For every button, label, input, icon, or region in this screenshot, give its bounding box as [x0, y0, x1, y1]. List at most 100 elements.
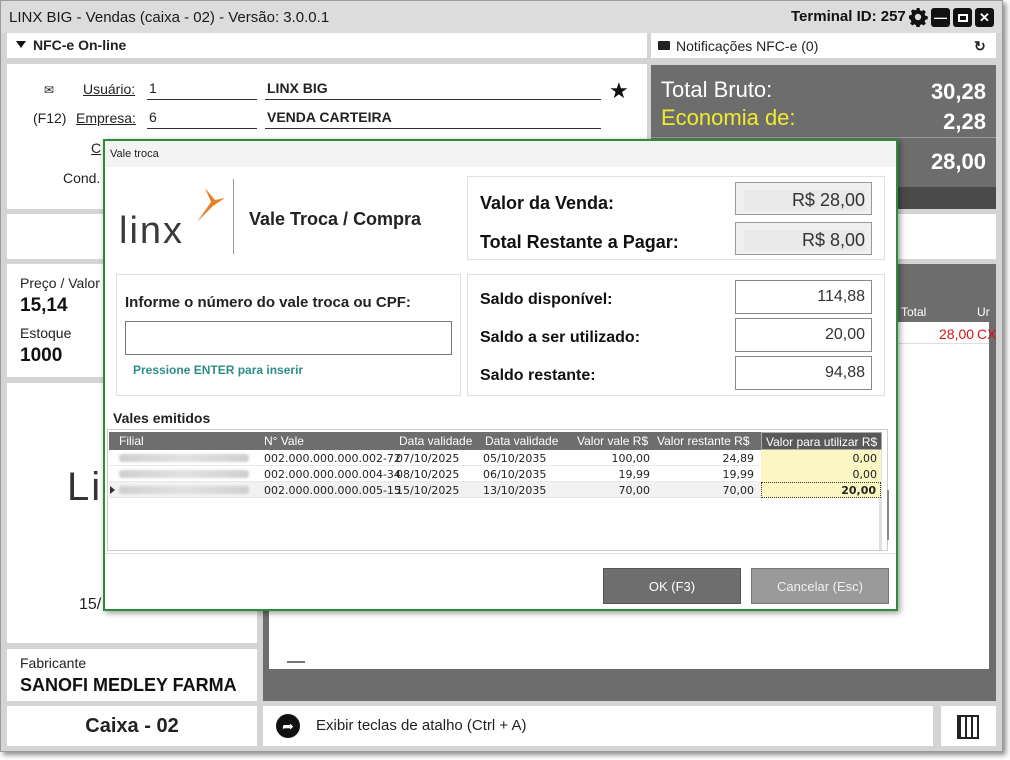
close-button[interactable]: ✕ [975, 8, 994, 27]
saldo-disp-value: 114,88 [735, 280, 872, 314]
usuario-label: Usuário: [83, 81, 136, 97]
fabricante-panel: Fabricante SANOFI MEDLEY FARMA [7, 649, 257, 701]
vale-valor: 19,99 [618, 468, 651, 481]
gh-valor: Valor vale R$ [577, 434, 649, 448]
notifications-label: Notificações NFC-e (0) [676, 38, 819, 54]
empresa-code-field[interactable]: 6 [147, 109, 257, 129]
button-divider [105, 553, 896, 554]
gh-data1: Data validade [399, 434, 473, 448]
vale-restante: 19,99 [722, 468, 755, 481]
vale-date1: 15/10/2025 [396, 484, 460, 497]
estoque-value: 1000 [20, 345, 63, 366]
shortcut-bar[interactable]: ➦ Exibir teclas de atalho (Ctrl + A) [263, 706, 933, 746]
vales-grid-header: Filial N° Vale Data validade Data valida… [109, 432, 883, 450]
col-total-header: Total [901, 305, 927, 319]
gh-restante: Valor restante R$ [657, 434, 750, 448]
calculator-button[interactable] [941, 706, 996, 746]
vale-date1: 07/10/2025 [396, 452, 460, 465]
share-arrow-icon: ➦ [276, 714, 300, 738]
logo-divider [233, 179, 234, 254]
cliente-label: C [91, 140, 102, 156]
vale-date2: 06/10/2035 [483, 468, 547, 481]
linx-logo-text: linx [119, 210, 185, 252]
vale-valor: 100,00 [611, 452, 651, 465]
gear-icon[interactable] [908, 7, 928, 28]
calculator-icon [957, 715, 979, 739]
items-row-un: CX [977, 326, 997, 342]
restante-field: R$ 8,00 [735, 222, 872, 255]
vale-number: 002.000.000.000.005-15 [264, 484, 401, 497]
gh-utilizar: Valor para utilizar R$ [761, 432, 883, 450]
cond-label: Cond. [63, 170, 101, 186]
caixa-label: Caixa - 02 [85, 715, 179, 737]
vale-utilizar[interactable]: 0,00 [761, 450, 881, 466]
dialog-title: Vale troca [105, 141, 896, 167]
saldo-disp-label: Saldo disponível: [480, 291, 613, 308]
economia-value: 2,28 [943, 109, 986, 134]
items-row-total: 28,00 [939, 326, 975, 342]
total-bruto-value: 30,28 [930, 79, 986, 104]
saldo-util-label: Saldo a ser utilizado: [480, 329, 641, 346]
preco-value: 15,14 [20, 295, 68, 316]
gh-data2: Data validade [485, 434, 559, 448]
shortcut-text: Exibir teclas de atalho (Ctrl + A) [316, 717, 527, 734]
vale-row-selected[interactable]: 002.000.000.000.005-15 15/10/2025 13/10/… [109, 482, 881, 498]
vale-utilizar[interactable]: 0,00 [761, 466, 881, 482]
dialog-heading: Vale Troca / Compra [249, 209, 422, 229]
mode-label: NFC-e On-line [33, 37, 127, 53]
filial-redacted [119, 470, 249, 478]
vale-cpf-input[interactable] [125, 321, 452, 355]
usuario-name-field[interactable]: LINX BIG [265, 80, 601, 100]
restante-label: Total Restante a Pagar: [480, 232, 679, 252]
vale-row[interactable]: 002.000.000.000.004-34 08/10/2025 06/10/… [109, 466, 881, 482]
mode-bar[interactable]: NFC-e On-line [7, 33, 647, 58]
estoque-label: Estoque [20, 325, 72, 341]
preco-label: Preço / Valor [20, 275, 100, 291]
filial-redacted [119, 486, 249, 494]
fabricante-value: SANOFI MEDLEY FARMA [20, 675, 237, 695]
saldo-rest-label: Saldo restante: [480, 367, 596, 384]
empresa-name-field[interactable]: VENDA CARTEIRA [265, 109, 601, 129]
minimize-button[interactable]: — [931, 8, 950, 27]
empresa-label: Empresa: [76, 110, 136, 126]
empresa-shortcut: (F12) [33, 110, 67, 126]
notifications-bar[interactable]: Notificações NFC-e (0) ↻ [651, 33, 996, 58]
refresh-icon[interactable]: ↻ [974, 38, 986, 55]
total-bruto-label: Total Bruto: [661, 77, 773, 102]
fabricante-label: Fabricante [20, 655, 87, 671]
caret-down-icon [16, 41, 26, 48]
vales-grid-scroll-thumb[interactable] [887, 490, 889, 540]
mail-icon: ✉ [44, 83, 55, 97]
valor-venda-value: R$ 28,00 [744, 190, 865, 211]
linx-logo: linx [119, 184, 227, 256]
vale-utilizar-active[interactable]: 20,00 [761, 482, 881, 498]
saldo-box: Saldo disponível: 114,88 Saldo a ser uti… [467, 274, 885, 396]
vale-number: 002.000.000.000.002-72 [264, 452, 401, 465]
restante-value: R$ 8,00 [744, 230, 865, 251]
vale-row[interactable]: 002.000.000.000.002-72 07/10/2025 05/10/… [109, 450, 881, 466]
usuario-code-field[interactable]: 1 [147, 80, 257, 100]
caixa-panel: Caixa - 02 [7, 706, 257, 746]
linx-logo-mark [197, 188, 225, 222]
gh-filial: Filial [119, 434, 144, 448]
star-icon[interactable]: ★ [609, 78, 629, 104]
maximize-button[interactable] [953, 8, 972, 27]
informe-label: Informe o número do vale troca ou CPF: [125, 294, 411, 311]
chat-icon [658, 41, 670, 50]
filial-redacted [119, 454, 249, 462]
ok-button[interactable]: OK (F3) [603, 568, 741, 604]
saldo-rest-value: 94,88 [735, 356, 872, 390]
informe-box: Informe o número do vale troca ou CPF: P… [116, 274, 461, 396]
valor-venda-label: Valor da Venda: [480, 193, 615, 213]
vale-restante: 70,00 [722, 484, 755, 497]
window-title: LINX BIG - Vendas (caixa - 02) - Versão:… [9, 9, 330, 26]
economia-label: Economia de: [661, 105, 796, 130]
vale-troca-dialog: Vale troca linx Vale Troca / Compra Valo… [103, 139, 898, 611]
cancel-button[interactable]: Cancelar (Esc) [751, 568, 889, 604]
vale-valor: 70,00 [618, 484, 651, 497]
vale-date2: 05/10/2035 [483, 452, 547, 465]
venda-box: Valor da Venda: R$ 28,00 Total Restante … [467, 176, 885, 260]
vale-number: 002.000.000.000.004-34 [264, 468, 401, 481]
grid-handle[interactable] [287, 661, 305, 663]
vales-label: Vales emitidos [113, 410, 211, 426]
